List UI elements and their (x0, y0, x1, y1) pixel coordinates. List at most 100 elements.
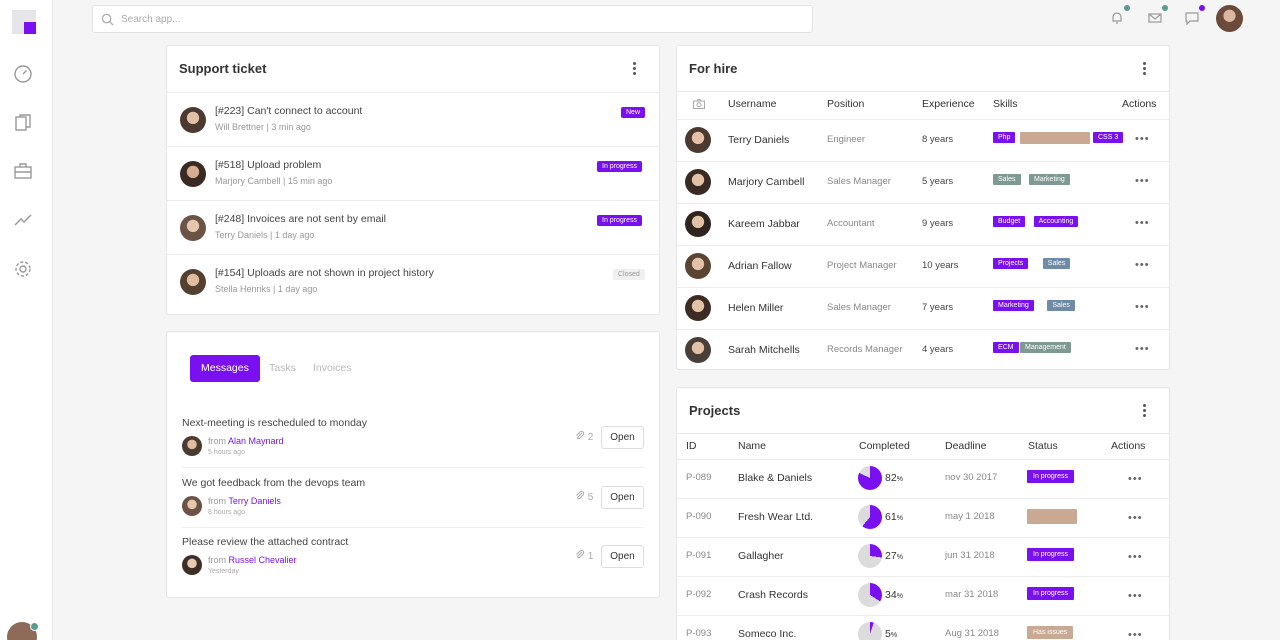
more-actions-icon[interactable]: ••• (1135, 259, 1150, 271)
sender-link[interactable]: Terry Daniels (228, 496, 281, 506)
status-badge: In progress (1027, 587, 1075, 600)
status-badge (1027, 509, 1077, 524)
column-header-completed[interactable]: Completed (859, 440, 910, 452)
skill-tag: CSS 3 (1093, 132, 1124, 143)
message-time: 8 hours ago (208, 509, 245, 516)
project-name: Blake & Daniels (738, 472, 813, 484)
project-name: Fresh Wear Ltd. (738, 511, 814, 523)
more-actions-icon[interactable]: ••• (1135, 343, 1150, 355)
ticket-meta: Will Brettner | 3 min ago (215, 122, 311, 132)
ticket-row[interactable]: [#248] Invoices are not sent by email Te… (167, 200, 659, 254)
speedometer-icon[interactable] (13, 64, 33, 84)
avatar (685, 253, 711, 279)
kebab-menu-icon[interactable] (633, 62, 637, 76)
gear-icon[interactable] (13, 259, 33, 279)
profile-avatar[interactable] (1216, 5, 1243, 32)
attachment-count: 2 (575, 430, 593, 443)
trend-chart-icon[interactable] (13, 210, 33, 230)
card-title: Support ticket (179, 61, 267, 76)
progress-pie (858, 544, 882, 568)
notification-dot (1124, 5, 1130, 11)
table-row[interactable]: Terry Daniels Engineer 8 years Php CSS 3 ••• (677, 119, 1169, 161)
ticket-row[interactable]: [#223] Can't connect to account Will Bre… (167, 92, 659, 146)
status-badge: In progress (597, 161, 643, 172)
project-id: P-093 (686, 628, 712, 639)
progress-pie (858, 505, 882, 529)
avatar (685, 295, 711, 321)
avatar (182, 496, 202, 516)
more-actions-icon[interactable]: ••• (1128, 590, 1143, 602)
table-row[interactable]: Adrian Fallow Project Manager 10 years Proj… (677, 245, 1169, 287)
column-header-status[interactable]: Status (1028, 440, 1058, 452)
search-input[interactable] (121, 10, 801, 28)
avatar (685, 127, 711, 153)
message-from: from Alan Maynard (208, 436, 284, 446)
tab-messages[interactable]: Messages (190, 355, 260, 382)
deadline: Aug 31 2018 (945, 628, 999, 639)
bell-icon[interactable] (1110, 5, 1130, 25)
ticket-row[interactable]: [#518] Upload problem Marjory Cambell | … (167, 146, 659, 200)
chat-icon[interactable] (1185, 5, 1205, 26)
column-header-experience[interactable]: Experience (922, 98, 975, 110)
sender-link[interactable]: Alan Maynard (228, 436, 284, 446)
more-actions-icon[interactable]: ••• (1128, 473, 1143, 485)
tab-invoices[interactable]: Invoices (313, 355, 352, 382)
message-text: We got feedback from the devops team (182, 477, 366, 489)
more-actions-icon[interactable]: ••• (1128, 551, 1143, 563)
mail-icon[interactable] (1148, 5, 1168, 25)
progress-pie (858, 466, 882, 490)
avatar (182, 555, 202, 575)
table-row[interactable]: Helen Miller Sales Manager 7 years Marketin… (677, 287, 1169, 329)
column-header-username[interactable]: Username (728, 98, 776, 110)
status-badge: Has issues (1027, 626, 1074, 639)
more-actions-icon[interactable]: ••• (1135, 301, 1150, 313)
sender-link[interactable]: Russel Chevalier (229, 555, 297, 565)
column-header-position[interactable]: Position (827, 98, 864, 110)
column-header-deadline[interactable]: Deadline (945, 440, 986, 452)
tab-tasks[interactable]: Tasks (269, 355, 296, 382)
user-avatar[interactable] (7, 622, 39, 640)
ticket-meta: Terry Daniels | 1 day ago (215, 230, 315, 240)
table-row[interactable]: P-090 Fresh Wear Ltd. 61% may 1 2018 ••• (677, 498, 1169, 537)
open-button[interactable]: Open (601, 426, 644, 449)
column-header-name[interactable]: Name (738, 440, 766, 452)
divider (677, 91, 1169, 92)
column-header-skills[interactable]: Skills (993, 98, 1018, 110)
column-header-id[interactable]: ID (686, 440, 697, 452)
more-actions-icon[interactable]: ••• (1135, 217, 1150, 229)
table-row[interactable]: P-093 Someco Inc. 5% Aug 31 2018 Has issues •… (677, 615, 1169, 640)
app-logo[interactable] (12, 10, 36, 34)
open-button[interactable]: Open (601, 545, 644, 568)
experience: 4 years (922, 344, 954, 355)
project-id: P-089 (686, 472, 712, 483)
kebab-menu-icon[interactable] (1143, 62, 1147, 76)
table-row[interactable]: Kareem Jabbar Accountant 9 years Budget Acco… (677, 203, 1169, 245)
more-actions-icon[interactable]: ••• (1128, 512, 1143, 524)
avatar (180, 161, 206, 187)
card-title: For hire (689, 61, 738, 76)
kebab-menu-icon[interactable] (1143, 404, 1147, 418)
completion-percent: 5% (885, 628, 898, 640)
message-time: 5 hours ago (208, 449, 245, 456)
ticket-row[interactable]: [#154] Uploads are not shown in project … (167, 254, 659, 308)
more-actions-icon[interactable]: ••• (1135, 175, 1150, 187)
more-actions-icon[interactable]: ••• (1128, 629, 1143, 640)
more-actions-icon[interactable]: ••• (1135, 133, 1150, 145)
documents-icon[interactable] (13, 113, 33, 133)
deadline: jun 31 2018 (945, 550, 995, 561)
briefcase-icon[interactable] (13, 161, 33, 181)
table-row[interactable]: Sarah Mitchells Records Manager 4 years ECM… (677, 329, 1169, 369)
avatar (182, 436, 202, 456)
table-row[interactable]: Marjory Cambell Sales Manager 5 years Sales… (677, 161, 1169, 203)
open-button[interactable]: Open (601, 486, 644, 509)
table-row[interactable]: P-092 Crash Records 34% mar 31 2018 In progr… (677, 576, 1169, 615)
position: Project Manager (827, 260, 897, 271)
experience: 10 years (922, 260, 959, 271)
table-row[interactable]: P-089 Blake & Daniels 82% nov 30 2017 In pro… (677, 459, 1169, 498)
table-row[interactable]: P-091 Gallagher 27% jun 31 2018 In progress •… (677, 537, 1169, 576)
search-bar[interactable] (92, 5, 813, 33)
status-badge: New (621, 107, 646, 118)
ticket-title: [#154] Uploads are not shown in project … (215, 267, 434, 279)
experience: 5 years (922, 176, 954, 187)
paperclip-icon (576, 430, 585, 440)
